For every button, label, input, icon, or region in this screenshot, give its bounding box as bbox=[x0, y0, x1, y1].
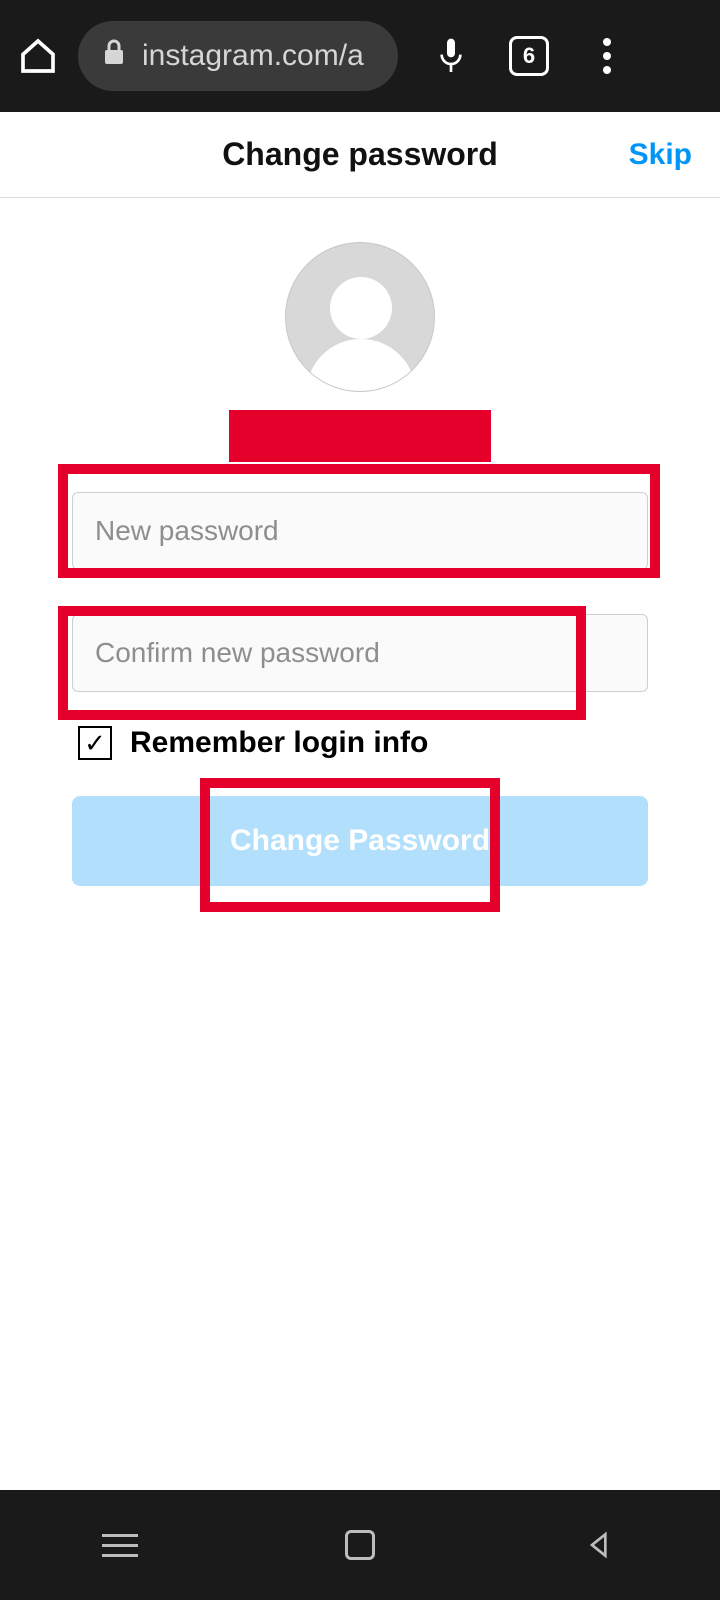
confirm-password-input[interactable] bbox=[72, 614, 648, 692]
overflow-menu-icon[interactable] bbox=[582, 31, 632, 81]
back-icon[interactable] bbox=[580, 1525, 620, 1565]
page-title: Change password bbox=[222, 136, 498, 173]
remember-login-row[interactable]: ✓ Remember login info bbox=[72, 726, 648, 760]
tab-count: 6 bbox=[523, 43, 535, 69]
content-area: ✓ Remember login info Change Password bbox=[0, 198, 720, 886]
change-password-button[interactable]: Change Password bbox=[72, 796, 648, 886]
lock-icon bbox=[102, 38, 126, 74]
system-nav-bar bbox=[0, 1490, 720, 1600]
browser-chrome-bar: instagram.com/a 6 bbox=[0, 0, 720, 112]
home-nav-icon[interactable] bbox=[340, 1525, 380, 1565]
remember-label: Remember login info bbox=[130, 726, 428, 760]
page-header: Change password Skip bbox=[0, 112, 720, 198]
check-icon: ✓ bbox=[84, 730, 106, 756]
remember-checkbox[interactable]: ✓ bbox=[78, 726, 112, 760]
skip-link[interactable]: Skip bbox=[629, 138, 692, 172]
tabs-button[interactable]: 6 bbox=[504, 31, 554, 81]
url-text: instagram.com/a bbox=[142, 39, 364, 73]
url-bar[interactable]: instagram.com/a bbox=[78, 21, 398, 91]
avatar bbox=[285, 242, 435, 392]
mic-icon[interactable] bbox=[426, 31, 476, 81]
home-icon[interactable] bbox=[16, 34, 60, 78]
recent-apps-icon[interactable] bbox=[100, 1525, 140, 1565]
new-password-input[interactable] bbox=[72, 492, 648, 570]
redacted-username bbox=[229, 410, 491, 462]
